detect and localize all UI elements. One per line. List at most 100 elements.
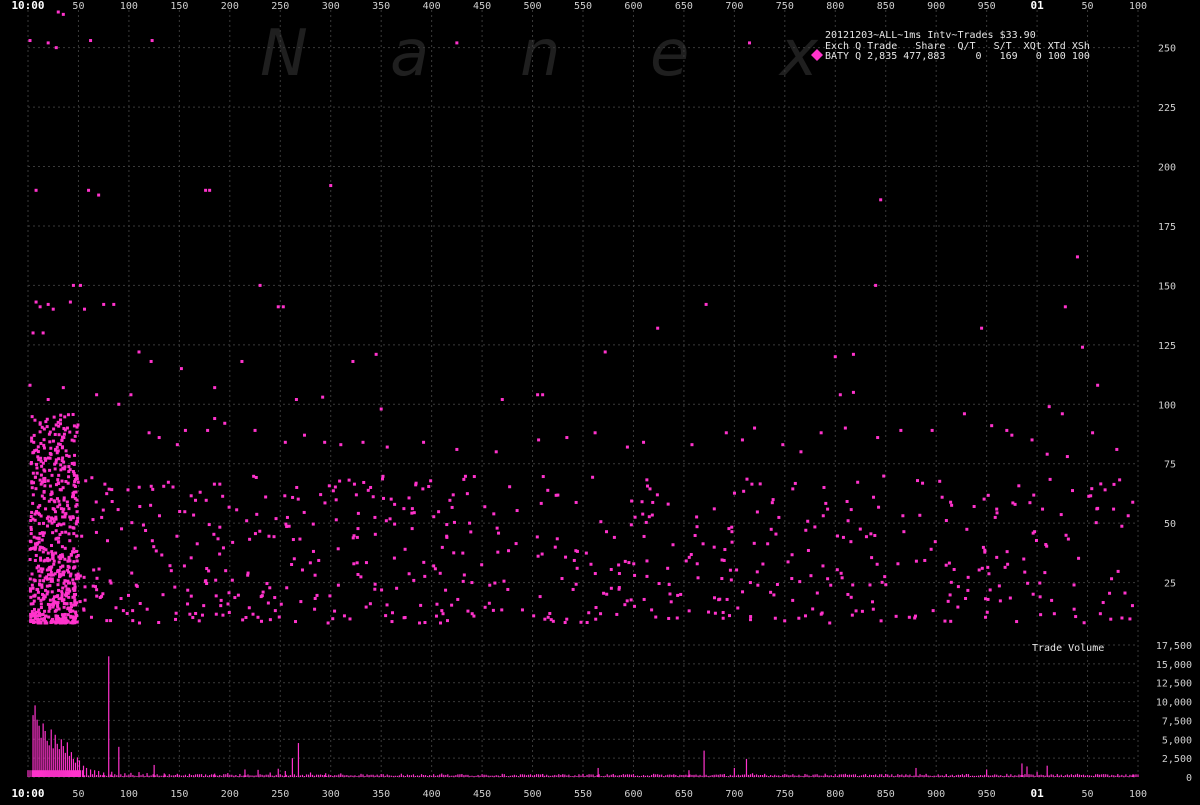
scatter-point	[407, 572, 411, 576]
volume-bar	[124, 775, 126, 777]
volume-bar	[1038, 775, 1040, 777]
volume-bar	[735, 775, 737, 777]
scatter-point	[31, 517, 35, 521]
volume-bar	[215, 775, 217, 777]
scatter-point	[1075, 255, 1079, 259]
volume-bar	[322, 774, 324, 777]
scatter-point	[362, 480, 366, 484]
x-tick-label-top: 900	[927, 1, 945, 12]
volume-bar	[1127, 776, 1129, 777]
volume-bar	[659, 774, 661, 777]
volume-bar	[1068, 775, 1070, 777]
price-tick-label: 150	[1158, 281, 1176, 292]
volume-bar	[85, 775, 88, 777]
scatter-point	[1003, 565, 1007, 569]
scatter-point	[463, 474, 467, 478]
scatter-point	[1030, 438, 1034, 442]
volume-bar	[713, 774, 715, 777]
scatter-point	[112, 302, 116, 306]
scatter-point	[72, 566, 76, 570]
scatter-point	[374, 352, 378, 356]
scatter-point	[373, 587, 377, 591]
scatter-point	[632, 604, 636, 608]
scatter-point	[52, 562, 56, 566]
volume-bar	[1044, 775, 1046, 777]
volume-bar	[424, 775, 427, 777]
scatter-point	[629, 523, 633, 527]
scatter-point	[311, 522, 315, 526]
scatter-point	[758, 482, 762, 486]
volume-bar	[529, 774, 532, 777]
scatter-point	[1096, 383, 1100, 387]
volume-bar	[941, 775, 943, 777]
scatter-point	[574, 500, 578, 504]
scatter-point	[53, 510, 57, 514]
scatter-point	[645, 478, 649, 482]
scatter-point	[283, 440, 287, 444]
scatter-point	[125, 611, 129, 615]
volume-bar	[856, 776, 859, 777]
volume-bar	[576, 775, 578, 777]
volume-bar	[1090, 775, 1093, 777]
scatter-point	[56, 583, 60, 587]
scatter-point	[393, 502, 397, 506]
volume-bar	[75, 770, 78, 777]
volume-bar	[994, 774, 996, 777]
scatter-point	[255, 512, 259, 516]
volume-bar	[1052, 774, 1054, 777]
scatter-point	[603, 350, 607, 354]
scatter-point	[422, 560, 426, 564]
scatter-point	[53, 500, 57, 504]
scatter-point	[46, 41, 50, 45]
volume-bar	[606, 774, 608, 777]
scatter-point	[62, 605, 66, 609]
volume-bar	[840, 774, 842, 777]
volume-bar	[996, 774, 998, 777]
volume-bar	[923, 775, 925, 777]
scatter-point	[32, 578, 36, 582]
scatter-point	[49, 493, 53, 497]
volume-bar	[354, 775, 356, 777]
scatter-point	[873, 533, 877, 537]
scatter-point	[61, 615, 65, 619]
scatter-point	[462, 573, 466, 577]
volume-bar	[247, 774, 249, 777]
volume-bar	[519, 774, 522, 777]
scatter-point	[730, 525, 734, 529]
scatter-point	[30, 619, 34, 623]
scatter-point	[174, 617, 178, 621]
scatter-point	[1108, 591, 1112, 595]
scatter-point	[1094, 521, 1098, 525]
volume-bar	[372, 774, 374, 777]
scatter-point	[31, 501, 35, 505]
scatter-point	[32, 614, 36, 618]
volume-bar	[1119, 775, 1121, 777]
scatter-point	[313, 607, 317, 611]
volume-bar	[114, 774, 116, 777]
scatter-point	[995, 511, 999, 515]
volume-bar	[727, 776, 729, 777]
scatter-point	[218, 525, 222, 529]
scatter-point	[46, 590, 50, 594]
volume-bar	[1008, 775, 1010, 777]
volume-bar	[868, 774, 871, 777]
scatter-point	[452, 551, 456, 555]
scatter-point	[537, 438, 541, 442]
volume-bar	[126, 775, 128, 777]
volume-bar	[493, 775, 495, 777]
scatter-point	[385, 603, 389, 607]
scatter-point	[1091, 431, 1095, 435]
volume-bar	[239, 775, 241, 777]
volume-bar	[441, 774, 443, 777]
volume-bar	[1016, 775, 1018, 777]
volume-bar	[453, 775, 455, 777]
x-tick-label-top: 950	[978, 1, 996, 12]
scatter-point	[43, 595, 47, 599]
scatter-point	[208, 188, 212, 192]
scatter-point	[359, 575, 363, 579]
volume-bar	[94, 775, 96, 777]
scatter-point	[695, 525, 699, 529]
scatter-point	[36, 505, 40, 509]
volume-bar	[118, 775, 120, 777]
volume-bar	[701, 775, 703, 777]
